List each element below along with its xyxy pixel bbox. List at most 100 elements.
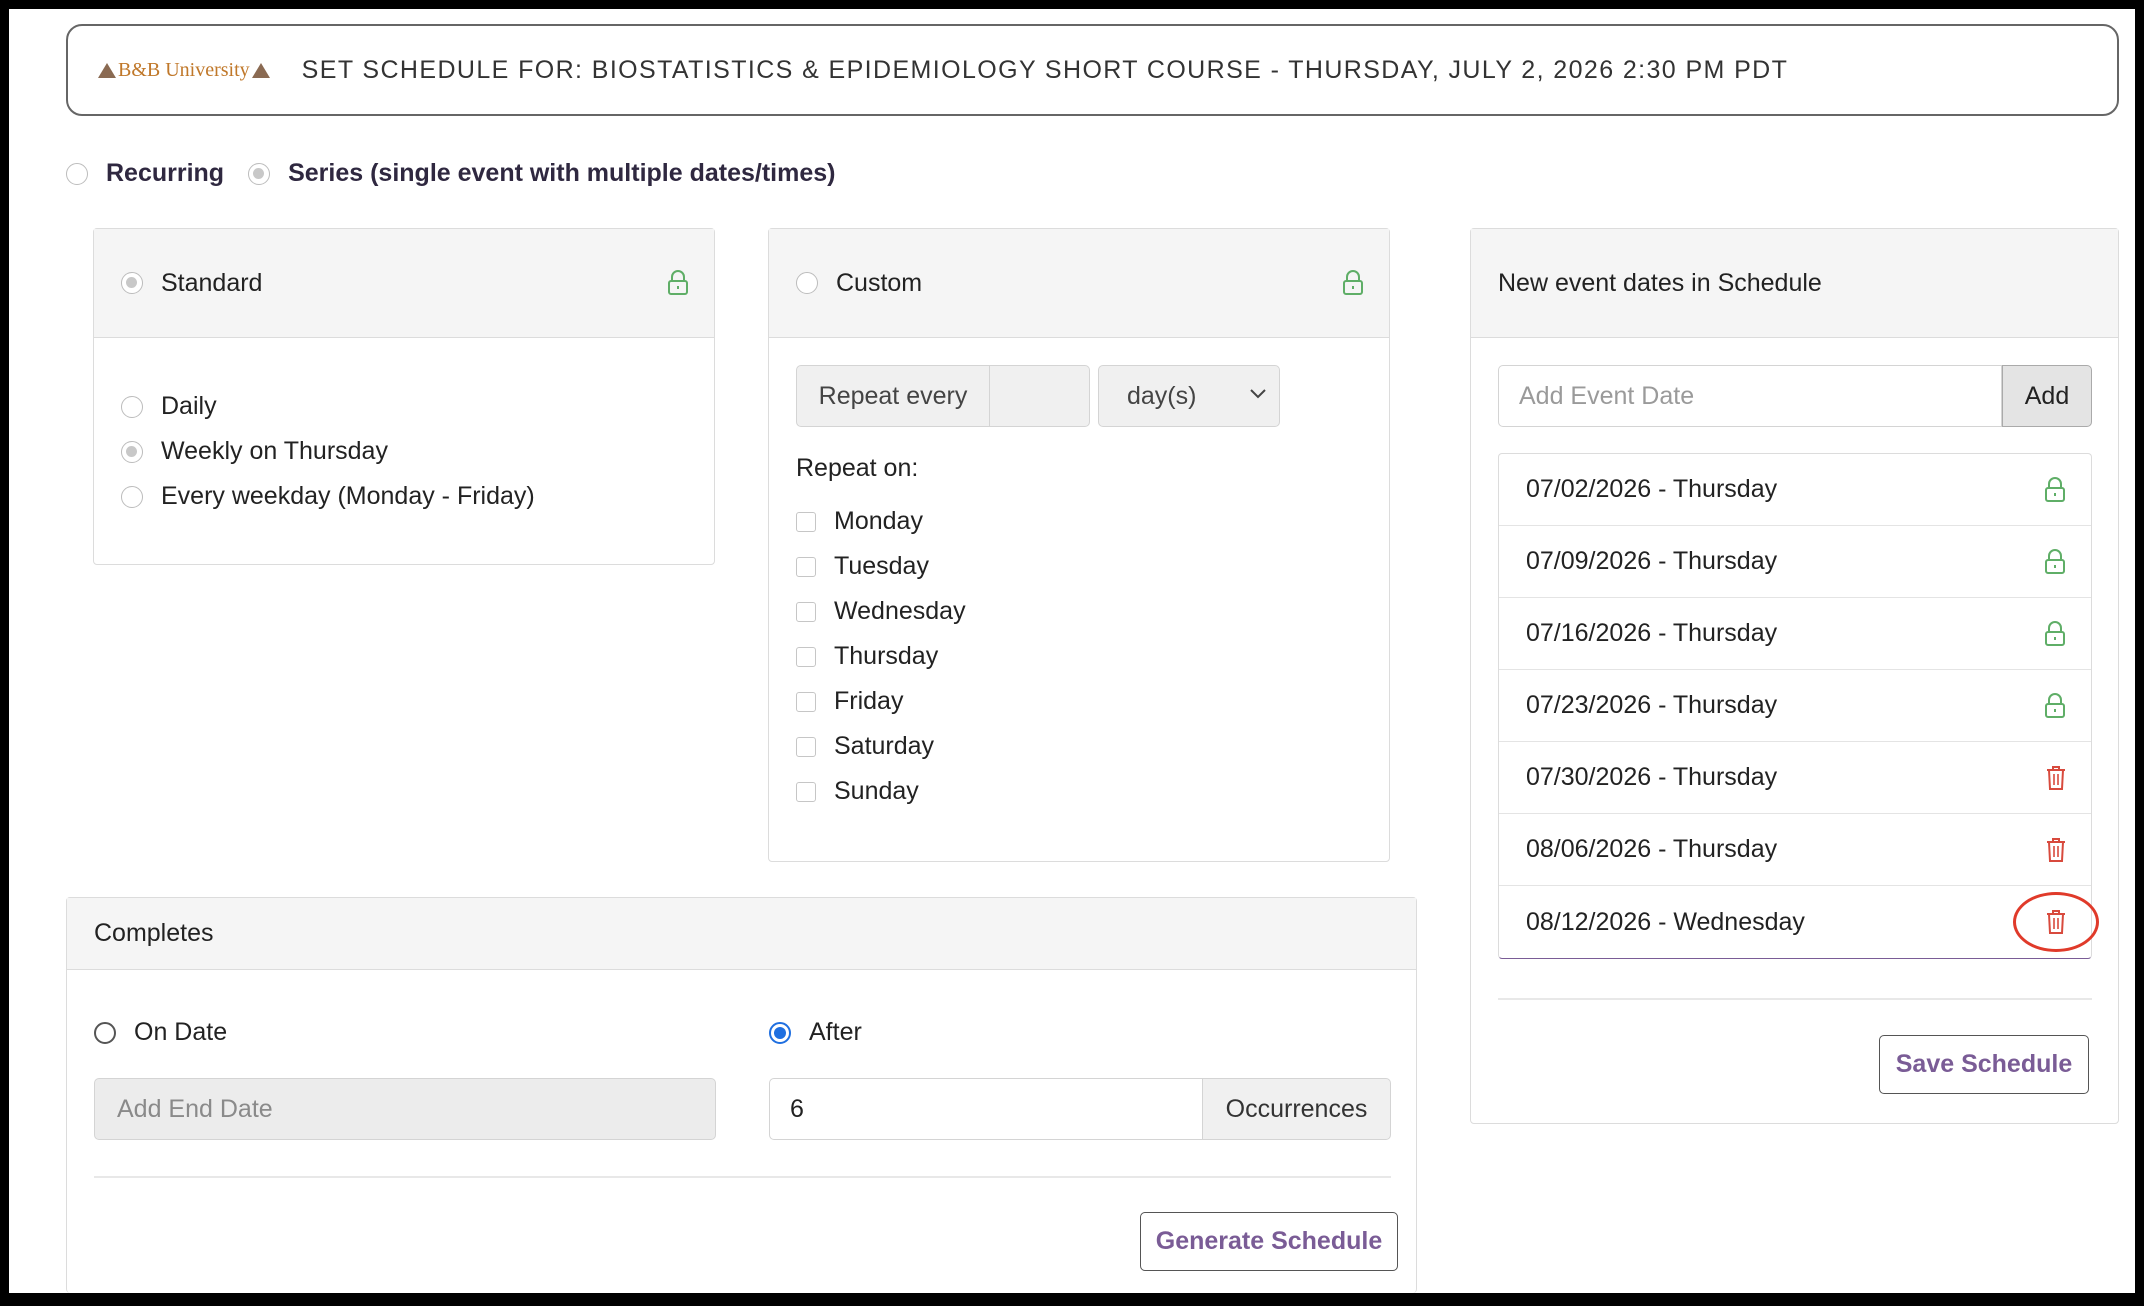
saturday-checkbox[interactable] [796, 736, 816, 757]
logo-text: B&B University [118, 58, 250, 81]
logo-triangle-icon [251, 62, 270, 78]
day-monday[interactable]: Monday [796, 499, 966, 544]
page-header: B&B University SET SCHEDULE FOR: BIOSTAT… [66, 24, 2119, 116]
schedule-mode-group: Recurring Series (single event with mult… [66, 159, 859, 188]
repeat-every-group: Repeat every day(s) [796, 365, 1280, 427]
after-option[interactable]: After [769, 1010, 862, 1055]
schedule-page: B&B University SET SCHEDULE FOR: BIOSTAT… [9, 9, 2135, 1293]
recurring-radio[interactable] [66, 162, 88, 185]
standard-radio[interactable] [121, 272, 143, 294]
custom-radio[interactable] [796, 272, 818, 294]
trash-icon[interactable] [2046, 765, 2066, 791]
repeat-every-label: Repeat every [796, 365, 990, 427]
recurring-option[interactable]: Recurring [66, 159, 224, 188]
sunday-checkbox[interactable] [796, 781, 816, 802]
divider [94, 1176, 1391, 1178]
daily-radio[interactable] [121, 395, 143, 418]
event-date-label: 07/16/2026 - Thursday [1526, 619, 1778, 647]
wednesday-checkbox[interactable] [796, 601, 816, 622]
event-date-item: 07/16/2026 - Thursday [1499, 598, 2091, 670]
on-date-option[interactable]: On Date [94, 1010, 227, 1055]
completes-panel-header: Completes [67, 898, 1416, 970]
end-date-input[interactable]: Add End Date [94, 1078, 716, 1140]
event-date-item: 08/06/2026 - Thursday [1499, 814, 2091, 886]
save-schedule-button[interactable]: Save Schedule [1879, 1035, 2089, 1094]
completes-title: Completes [94, 919, 214, 947]
event-date-label: 07/09/2026 - Thursday [1526, 547, 1778, 575]
daily-label: Daily [161, 392, 217, 420]
trash-icon[interactable] [2046, 837, 2066, 863]
schedule-title: New event dates in Schedule [1498, 268, 1822, 297]
day-tuesday[interactable]: Tuesday [796, 544, 966, 589]
weekday-label: Every weekday (Monday - Friday) [161, 482, 535, 510]
schedule-panel: New event dates in Schedule Add Event Da… [1470, 228, 2119, 1124]
tuesday-checkbox[interactable] [796, 556, 816, 577]
repeat-unit-value: day(s) [1127, 381, 1197, 410]
recurring-label: Recurring [106, 159, 225, 187]
on-date-label: On Date [134, 1018, 228, 1046]
divider [1498, 998, 2092, 1000]
custom-panel: Custom Repeat every day(s) Repeat on: Mo… [768, 228, 1390, 862]
occurrences-input[interactable]: 6 [769, 1078, 1203, 1140]
weekly-option[interactable]: Weekly on Thursday [121, 429, 535, 474]
add-event-date-group: Add Event Date Add [1498, 365, 2092, 427]
day-label: Wednesday [834, 597, 966, 625]
university-logo: B&B University [96, 59, 272, 82]
series-option[interactable]: Series (single event with multiple dates… [248, 159, 835, 188]
repeat-on-label: Repeat on: [796, 454, 919, 482]
chevron-down-icon [1250, 389, 1266, 399]
lock-icon [668, 270, 688, 295]
custom-title: Custom [836, 268, 923, 297]
occurrences-label: Occurrences [1203, 1078, 1391, 1140]
day-label: Thursday [834, 642, 939, 670]
schedule-panel-header: New event dates in Schedule [1471, 229, 2118, 338]
lock-icon [2044, 548, 2066, 575]
event-date-label: 07/23/2026 - Thursday [1526, 691, 1778, 719]
lock-icon [2044, 620, 2066, 647]
lock-icon [2044, 476, 2066, 503]
standard-panel-header: Standard [94, 229, 714, 338]
daily-option[interactable]: Daily [121, 384, 535, 429]
day-label: Monday [834, 507, 923, 535]
event-date-label: 08/06/2026 - Thursday [1526, 835, 1778, 863]
logo-triangle-icon [98, 62, 116, 78]
day-sunday[interactable]: Sunday [796, 769, 966, 814]
event-date-label: 07/30/2026 - Thursday [1526, 763, 1778, 791]
event-date-item: 07/23/2026 - Thursday [1499, 670, 2091, 742]
custom-panel-header: Custom [769, 229, 1389, 338]
day-label: Sunday [834, 777, 919, 805]
day-friday[interactable]: Friday [796, 679, 966, 724]
event-date-list: 07/02/2026 - Thursday 07/09/2026 - Thursd… [1498, 453, 2099, 959]
weekly-label: Weekly on Thursday [161, 437, 388, 465]
series-radio[interactable] [248, 162, 271, 185]
on-date-radio[interactable] [94, 1021, 116, 1044]
friday-checkbox[interactable] [796, 691, 816, 712]
standard-panel: Standard Daily Weekly on Thursday Every … [93, 228, 715, 565]
generate-schedule-button[interactable]: Generate Schedule [1140, 1212, 1398, 1271]
weekday-radio[interactable] [121, 485, 143, 508]
monday-checkbox[interactable] [796, 511, 816, 532]
thursday-checkbox[interactable] [796, 646, 816, 667]
lock-icon [1343, 270, 1363, 295]
weekday-option[interactable]: Every weekday (Monday - Friday) [121, 474, 535, 519]
add-event-date-input[interactable]: Add Event Date [1498, 365, 2002, 427]
day-saturday[interactable]: Saturday [796, 724, 966, 769]
day-label: Tuesday [834, 552, 929, 580]
repeat-every-input[interactable] [990, 365, 1090, 427]
event-date-item: 08/12/2026 - Wednesday [1499, 886, 2099, 958]
lock-icon [2044, 692, 2066, 719]
page-title: SET SCHEDULE FOR: BIOSTATISTICS & EPIDEM… [301, 55, 1789, 84]
event-date-item: 07/30/2026 - Thursday [1499, 742, 2091, 814]
after-radio[interactable] [769, 1021, 791, 1044]
highlight-circle [2013, 892, 2099, 952]
add-button[interactable]: Add [2002, 365, 2092, 427]
after-label: After [809, 1018, 862, 1046]
day-label: Saturday [834, 732, 935, 760]
day-wednesday[interactable]: Wednesday [796, 589, 966, 634]
repeat-unit-select[interactable]: day(s) [1098, 365, 1280, 427]
occurrences-group: 6 Occurrences [769, 1078, 1391, 1140]
day-thursday[interactable]: Thursday [796, 634, 966, 679]
weekly-radio[interactable] [121, 440, 143, 463]
event-date-label: 07/02/2026 - Thursday [1526, 475, 1778, 503]
standard-options: Daily Weekly on Thursday Every weekday (… [121, 384, 535, 519]
